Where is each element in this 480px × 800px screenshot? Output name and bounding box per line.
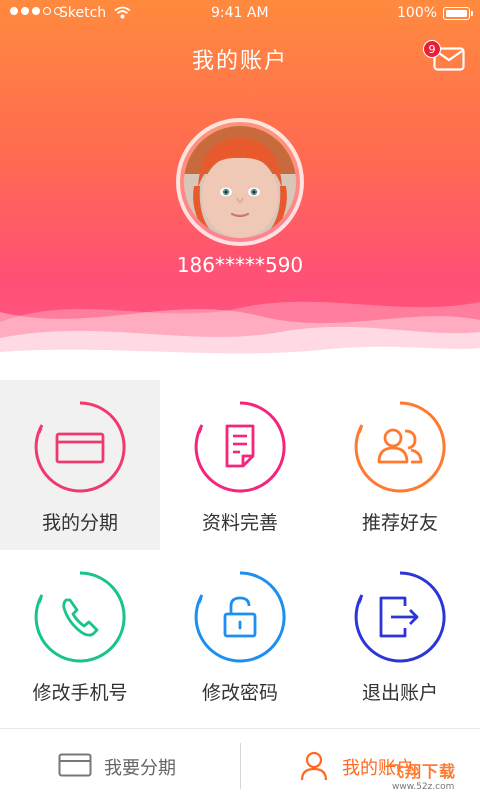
clock: 9:41 AM — [211, 5, 269, 21]
message-count-badge: 9 — [423, 40, 441, 58]
menu-item-change-phone[interactable]: 修改手机号 — [0, 550, 160, 720]
menu-item-label: 推荐好友 — [361, 512, 438, 534]
menu-item-log-out[interactable]: 退出账户 — [320, 550, 480, 720]
avatar-photo — [184, 126, 296, 238]
users-icon — [354, 401, 446, 493]
avatar[interactable] — [176, 118, 304, 246]
menu-item-label: 我的分期 — [41, 512, 118, 534]
signal-strength-icon — [10, 7, 62, 15]
tab-installments[interactable]: 我要分期 — [0, 729, 240, 800]
menu-item-my-installments[interactable]: 我的分期 — [0, 380, 160, 550]
account-header: Sketch 9:41 AM 100% 我的账户 9 186*****590 — [0, 0, 480, 380]
menu-item-change-password[interactable]: 修改密码 — [160, 550, 320, 720]
wifi-icon — [114, 6, 131, 19]
watermark-url: www.52z.com — [392, 782, 455, 792]
menu-item-label: 退出账户 — [361, 682, 438, 704]
battery-percentage: 100% — [397, 5, 438, 21]
tab-label: 我要分期 — [104, 758, 176, 779]
menu-grid: 我的分期 资料完善 推荐好友 修改手机号 修改密码 退出账户 — [0, 380, 480, 728]
menu-item-label: 修改手机号 — [32, 682, 128, 704]
wave-decoration — [0, 301, 480, 380]
logout-icon — [354, 571, 446, 663]
menu-item-label: 修改密码 — [201, 682, 278, 704]
card-outline-icon — [58, 753, 92, 777]
carrier-name: Sketch — [59, 5, 107, 21]
document-icon — [194, 401, 286, 493]
menu-item-complete-profile[interactable]: 资料完善 — [160, 380, 320, 550]
watermark-text: 飞翔下载 — [388, 762, 457, 781]
menu-item-label: 资料完善 — [201, 512, 278, 534]
page-title: 我的账户 — [191, 49, 288, 74]
menu-item-refer-friends[interactable]: 推荐好友 — [320, 380, 480, 550]
card-icon — [34, 401, 126, 493]
battery-icon — [443, 7, 473, 20]
phone-number: 186*****590 — [176, 253, 304, 277]
status-bar: Sketch 9:41 AM 100% — [0, 0, 480, 28]
lock-icon — [194, 571, 286, 663]
person-icon — [300, 751, 328, 781]
phone-icon — [34, 571, 126, 663]
